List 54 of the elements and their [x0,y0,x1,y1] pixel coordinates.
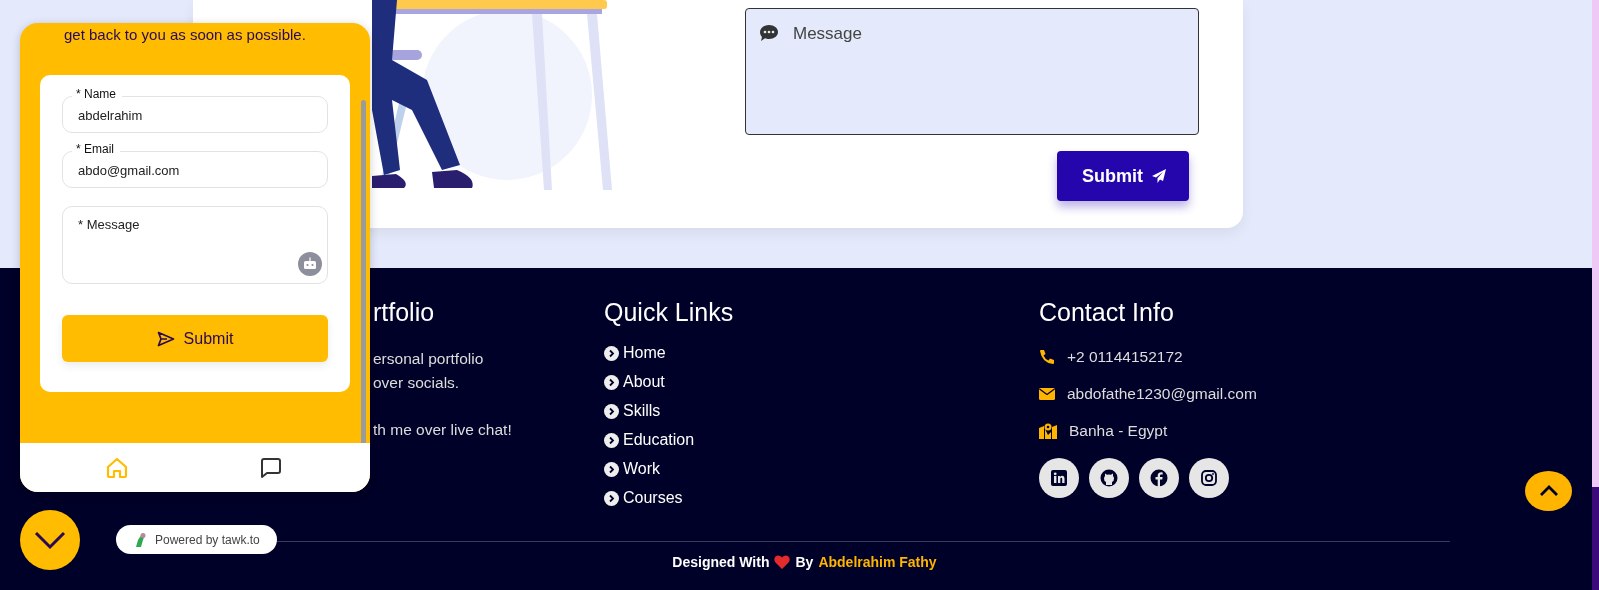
heart-icon [774,555,791,569]
quick-link[interactable]: Education [604,429,1039,451]
send-icon [156,330,175,347]
chevron-right-icon [604,490,619,506]
column-heading: Contact Info [1039,298,1175,327]
contact-text: +2 01144152172 [1067,348,1183,366]
bird-icon [133,531,147,548]
robot-icon[interactable] [298,252,322,276]
scroll-to-top-button[interactable] [1525,471,1572,511]
message-field[interactable]: Message [745,8,1199,135]
field-label: * Email [72,142,120,156]
chevron-right-icon [604,345,619,361]
chevron-up-icon [1538,485,1559,497]
column-heading: rtfolio [373,298,436,327]
quick-link[interactable]: Skills [604,400,1039,422]
credit-text: Designed With [672,554,770,570]
powered-by-text: Powered by tawk.to [155,532,260,547]
chat-toggle-button[interactable] [20,510,80,570]
chevron-down-icon [33,530,67,550]
author-link[interactable]: Abdelrahim Fathy [818,554,937,570]
quick-link[interactable]: Home [604,342,1039,364]
comment-icon [759,24,779,42]
chat-tab[interactable] [259,455,283,480]
about-text: over socials. [373,372,461,393]
phone-icon [1039,349,1055,365]
github-link[interactable] [1089,458,1129,498]
map-pin-icon [1039,423,1057,439]
field-label: * Name [72,87,122,101]
about-text: th me over live chat! [373,419,513,440]
powered-by-badge[interactable]: Powered by tawk.to [116,525,277,554]
contact-text: abdofathe1230@gmail.com [1067,385,1257,403]
contact-text: Banha - Egypt [1069,422,1168,440]
credit-text: By [795,554,814,570]
paper-plane-icon [1151,168,1167,184]
chevron-right-icon [604,432,619,448]
github-icon [1100,469,1118,487]
submit-button[interactable]: Submit [1057,151,1189,201]
quick-link[interactable]: About [604,371,1039,393]
chevron-right-icon [604,403,619,419]
submit-button[interactable]: Submit [62,315,328,362]
envelope-icon [1039,388,1055,400]
column-heading: Quick Links [604,298,735,327]
instagram-icon [1201,470,1217,486]
facebook-icon [1150,469,1168,487]
quick-link[interactable]: Courses [604,487,1039,509]
linkedin-link[interactable] [1039,458,1079,498]
about-text: ersonal portfolio [373,349,485,369]
intro-text: get back to you as soon as possible. [63,26,307,44]
quick-link[interactable]: Work [604,458,1039,480]
instagram-link[interactable] [1189,458,1229,498]
chevron-right-icon [604,461,619,477]
linkedin-icon [1051,470,1067,486]
facebook-link[interactable] [1139,458,1179,498]
chevron-right-icon [604,374,619,390]
